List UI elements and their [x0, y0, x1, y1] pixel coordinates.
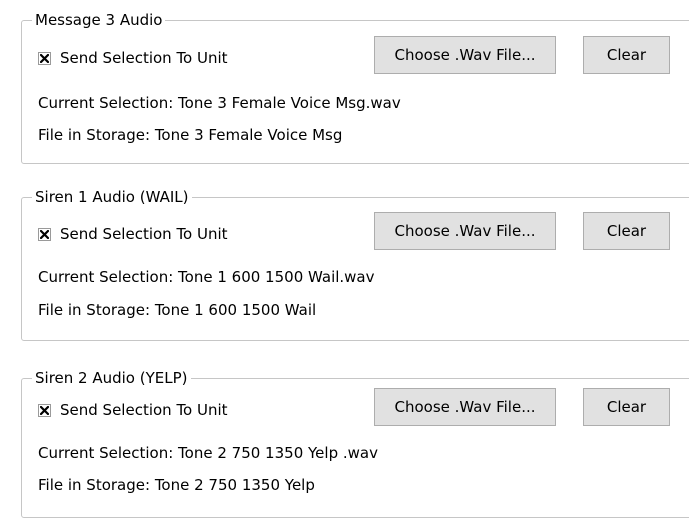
send-selection-checkbox[interactable]: [38, 51, 51, 65]
file-in-storage-text: File in Storage: Tone 2 750 1350 Yelp: [38, 476, 315, 494]
clear-button[interactable]: Clear: [583, 212, 670, 250]
send-selection-checkbox-row[interactable]: Send Selection To Unit: [38, 49, 228, 67]
group-siren-2-audio: Siren 2 Audio (YELP) Send Selection To U…: [21, 368, 689, 518]
clear-button[interactable]: Clear: [583, 36, 670, 74]
current-selection-text: Current Selection: Tone 3 Female Voice M…: [38, 94, 401, 112]
group-title: Siren 2 Audio (YELP): [32, 368, 191, 388]
current-selection-text: Current Selection: Tone 1 600 1500 Wail.…: [38, 268, 375, 286]
send-selection-checkbox[interactable]: [38, 227, 51, 241]
file-in-storage-text: File in Storage: Tone 1 600 1500 Wail: [38, 301, 317, 319]
checkmark-x-icon: [40, 229, 49, 239]
group-message-3-audio: Message 3 Audio Send Selection To Unit C…: [21, 10, 689, 164]
send-selection-checkbox-row[interactable]: Send Selection To Unit: [38, 225, 228, 243]
current-selection-text: Current Selection: Tone 2 750 1350 Yelp …: [38, 444, 378, 462]
group-siren-1-audio: Siren 1 Audio (WAIL) Send Selection To U…: [21, 187, 689, 341]
send-selection-label: Send Selection To Unit: [60, 401, 228, 419]
choose-wav-file-button[interactable]: Choose .Wav File...: [374, 212, 556, 250]
checkmark-x-icon: [40, 53, 49, 63]
choose-wav-file-button[interactable]: Choose .Wav File...: [374, 36, 556, 74]
send-selection-checkbox[interactable]: [38, 403, 51, 417]
clear-button[interactable]: Clear: [583, 388, 670, 426]
file-in-storage-text: File in Storage: Tone 3 Female Voice Msg: [38, 126, 343, 144]
send-selection-label: Send Selection To Unit: [60, 225, 228, 243]
group-title: Siren 1 Audio (WAIL): [32, 187, 192, 207]
choose-wav-file-button[interactable]: Choose .Wav File...: [374, 388, 556, 426]
send-selection-label: Send Selection To Unit: [60, 49, 228, 67]
send-selection-checkbox-row[interactable]: Send Selection To Unit: [38, 401, 228, 419]
checkmark-x-icon: [40, 405, 49, 415]
group-title: Message 3 Audio: [32, 10, 166, 30]
